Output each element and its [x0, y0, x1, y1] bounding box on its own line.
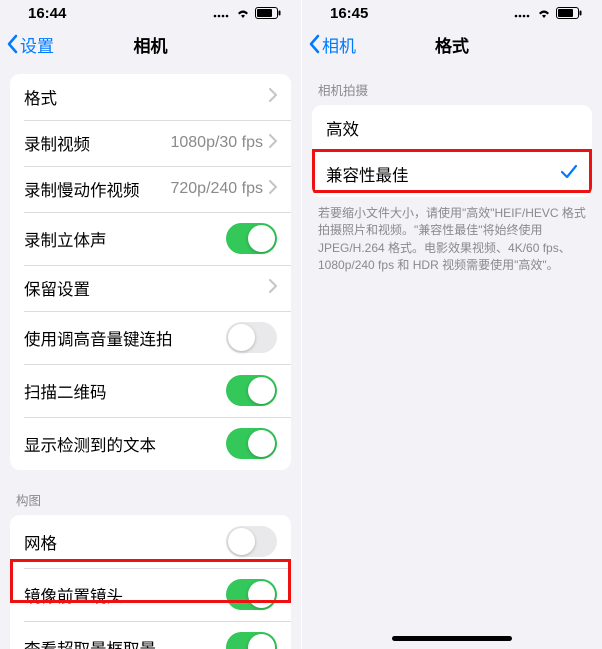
row-label: 录制慢动作视频 [24, 177, 170, 201]
row-label: 显示检测到的文本 [24, 432, 226, 456]
back-button[interactable]: 相机 [308, 32, 356, 57]
toggle-volume-burst[interactable] [226, 322, 277, 353]
row-detected-text: 显示检测到的文本 [10, 417, 291, 470]
chevron-right-icon [269, 279, 277, 298]
formats-screen: 16:45 相机 格式 相机拍摄 高效 兼容性最佳 [301, 0, 602, 649]
row-detail: 1080p/30 fps [170, 134, 263, 152]
group-composition: 网格 镜像前置镜头 查看超取景框取景 [10, 515, 291, 649]
row-record-slomo[interactable]: 录制慢动作视频 720p/240 fps [10, 166, 291, 212]
row-record-video[interactable]: 录制视频 1080p/30 fps [10, 120, 291, 166]
status-bar: 16:44 [0, 0, 301, 22]
row-view-outside: 查看超取景框取景 [10, 621, 291, 649]
wifi-icon [536, 7, 552, 19]
section-head-composition: 构图 [0, 470, 301, 515]
checkmark-icon [560, 164, 578, 185]
row-most-compatible[interactable]: 兼容性最佳 [312, 151, 592, 197]
toggle-grid[interactable] [226, 526, 277, 557]
footer-format: 若要缩小文件大小，请使用"高效"HEIF/HEVC 格式拍摄照片和视频。"兼容性… [302, 197, 602, 275]
cell-dots-icon [213, 8, 231, 18]
row-label: 网格 [24, 530, 226, 554]
wifi-icon [235, 7, 251, 19]
page-title: 格式 [435, 32, 469, 57]
toggle-scan-qr[interactable] [226, 375, 277, 406]
chevron-right-icon [269, 180, 277, 199]
chevron-right-icon [269, 134, 277, 153]
nav-bar: 相机 格式 [302, 22, 602, 66]
row-label: 查看超取景框取景 [24, 636, 226, 649]
row-high-efficiency[interactable]: 高效 [312, 105, 592, 151]
row-label: 高效 [326, 116, 578, 140]
cell-dots-icon [514, 8, 532, 18]
toggle-detected-text[interactable] [226, 428, 277, 459]
row-scan-qr: 扫描二维码 [10, 364, 291, 417]
row-label: 格式 [24, 85, 269, 109]
section-head-capture: 相机拍摄 [302, 66, 602, 105]
battery-icon [255, 7, 281, 19]
toggle-mirror-front[interactable] [226, 579, 277, 610]
row-volume-burst: 使用调高音量键连拍 [10, 311, 291, 364]
back-button[interactable]: 设置 [6, 32, 54, 57]
status-time: 16:45 [330, 5, 368, 22]
back-label: 相机 [322, 32, 356, 57]
row-label: 保留设置 [24, 276, 269, 300]
home-indicator[interactable] [392, 636, 512, 641]
row-label: 镜像前置镜头 [24, 583, 226, 607]
toggle-view-outside[interactable] [226, 632, 277, 649]
camera-settings-screen: 16:44 设置 相机 格式 [0, 0, 301, 649]
page-title: 相机 [134, 32, 168, 57]
row-label: 兼容性最佳 [326, 162, 560, 186]
nav-bar: 设置 相机 [0, 22, 301, 66]
chevron-right-icon [269, 88, 277, 107]
row-mirror-front: 镜像前置镜头 [10, 568, 291, 621]
row-label: 录制立体声 [24, 227, 226, 251]
row-preserve[interactable]: 保留设置 [10, 265, 291, 311]
status-time: 16:44 [28, 5, 66, 22]
back-label: 设置 [20, 32, 54, 57]
row-grid: 网格 [10, 515, 291, 568]
chevron-left-icon [308, 34, 320, 54]
row-label: 使用调高音量键连拍 [24, 326, 226, 350]
chevron-left-icon [6, 34, 18, 54]
toggle-stereo[interactable] [226, 223, 277, 254]
row-label: 录制视频 [24, 131, 170, 155]
row-detail: 720p/240 fps [170, 180, 263, 198]
row-label: 扫描二维码 [24, 379, 226, 403]
status-bar: 16:45 [302, 0, 602, 22]
battery-icon [556, 7, 582, 19]
group-format-options: 高效 兼容性最佳 [312, 105, 592, 197]
row-stereo: 录制立体声 [10, 212, 291, 265]
row-formats[interactable]: 格式 [10, 74, 291, 120]
group-main: 格式 录制视频 1080p/30 fps 录制慢动作视频 720p/240 fp… [10, 74, 291, 470]
